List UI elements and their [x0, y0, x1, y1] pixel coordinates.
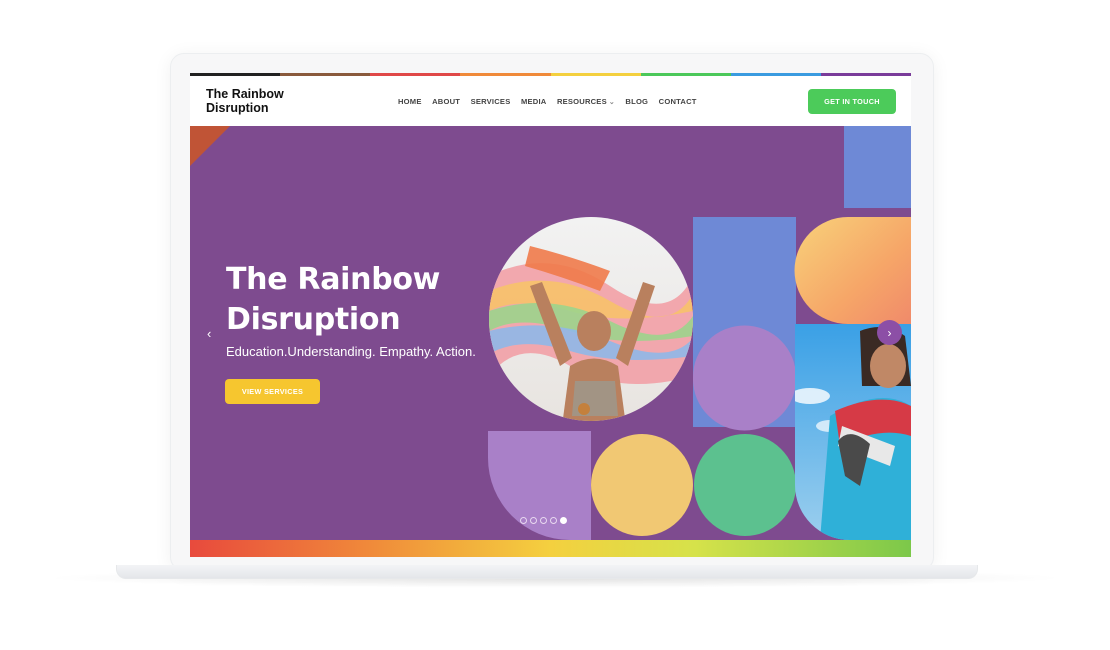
chevron-left-icon[interactable]: ‹ — [207, 326, 211, 341]
shape-green-circle — [694, 434, 796, 536]
view-services-button[interactable]: VIEW SERVICES — [225, 379, 320, 404]
nav-resources-label: RESOURCES — [556, 97, 607, 106]
site-header: The Rainbow Disruption HOME ABOUT SERVIC… — [190, 76, 911, 126]
slider-dots — [520, 517, 567, 524]
hero-title-line-2: Disruption — [226, 302, 401, 337]
nav-resources[interactable]: RESOURCES ⌄ — [557, 97, 615, 106]
chevron-right-icon[interactable]: › — [877, 320, 902, 345]
regalia-photo — [795, 324, 911, 540]
hero-slider: The Rainbow Disruption Education.Underst… — [190, 126, 911, 540]
logo-line-2: Disruption — [206, 101, 269, 115]
nav-services[interactable]: SERVICES — [471, 97, 511, 106]
shape-yellow-circle — [591, 434, 693, 536]
get-in-touch-button[interactable]: GET IN TOUCH — [808, 89, 896, 114]
shape-blue-top — [844, 126, 911, 208]
hero-title: The Rainbow Disruption — [226, 260, 506, 340]
slider-dot[interactable] — [530, 517, 537, 524]
nav-contact[interactable]: CONTACT — [659, 97, 697, 106]
logo-line-1: The Rainbow — [206, 87, 284, 101]
slider-dot[interactable] — [540, 517, 547, 524]
nav-home[interactable]: HOME — [398, 97, 422, 106]
shape-orange — [794, 217, 911, 324]
shape-lavender-capsule — [693, 325, 796, 431]
nav-media[interactable]: MEDIA — [521, 97, 546, 106]
athlete-photo — [489, 217, 693, 421]
nav-about[interactable]: ABOUT — [432, 97, 460, 106]
website-screen: The Rainbow Disruption HOME ABOUT SERVIC… — [190, 73, 911, 557]
site-logo[interactable]: The Rainbow Disruption — [206, 87, 316, 115]
main-nav: HOME ABOUT SERVICES MEDIA RESOURCES ⌄ BL… — [398, 97, 707, 106]
nav-blog[interactable]: BLOG — [625, 97, 648, 106]
rainbow-bottom-stripe — [190, 540, 911, 557]
slider-dot[interactable] — [560, 517, 567, 524]
slider-dot[interactable] — [520, 517, 527, 524]
slider-dot[interactable] — [550, 517, 557, 524]
laptop-base — [116, 565, 978, 579]
hero-subtitle: Education.Understanding. Empathy. Action… — [226, 344, 476, 359]
hero-title-line-1: The Rainbow — [226, 262, 441, 297]
chevron-down-icon: ⌄ — [608, 98, 615, 106]
